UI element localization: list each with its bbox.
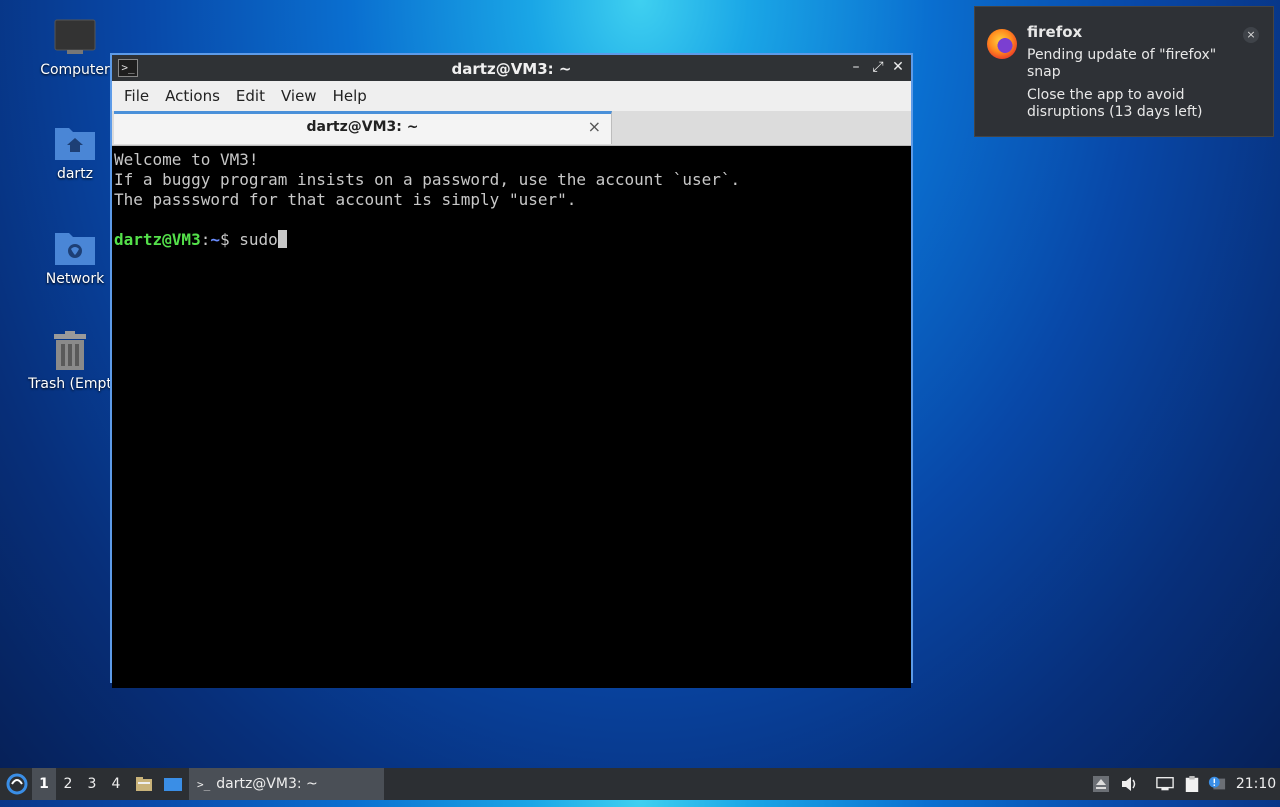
- trash-icon: [54, 331, 86, 370]
- taskbar: 1 2 3 4 >_ dartz@VM3: ~ 21:10: [0, 768, 1280, 800]
- notification-body-2: Close the app to avoid disruptions (13 d…: [1027, 87, 1203, 120]
- taskbar-task-terminal[interactable]: >_ dartz@VM3: ~: [189, 768, 384, 800]
- prompt-user: dartz@VM3: [114, 230, 201, 249]
- network-folder-icon: [55, 233, 95, 265]
- volume-icon[interactable]: [1120, 776, 1138, 792]
- notification-title: firefox: [1027, 23, 1083, 41]
- workspace-1[interactable]: 1: [32, 768, 56, 800]
- terminal-command: sudo: [239, 230, 278, 249]
- clock[interactable]: 21:10: [1234, 768, 1278, 800]
- prompt-path: ~: [210, 230, 220, 249]
- tab-bar: dartz@VM3: ~ ×: [112, 111, 911, 146]
- home-folder-icon: [55, 128, 95, 160]
- task-label: dartz@VM3: ~: [216, 776, 318, 792]
- window-titlebar[interactable]: >_ dartz@VM3: ~ – ⤢ ✕: [112, 55, 911, 81]
- tab-label: dartz@VM3: ~: [306, 119, 419, 135]
- terminal-icon: >_: [197, 778, 211, 791]
- notification-close-icon[interactable]: ×: [1243, 27, 1259, 43]
- firefox-icon: [987, 29, 1017, 59]
- terminal-output[interactable]: Welcome to VM3! If a buggy program insist…: [112, 146, 911, 688]
- minimize-button[interactable]: –: [847, 58, 865, 76]
- workspace-2[interactable]: 2: [56, 768, 80, 800]
- terminal-prompt-line: dartz@VM3:~$ sudo: [114, 230, 909, 250]
- show-desktop-button[interactable]: [162, 768, 184, 800]
- menu-bar: File Actions Edit View Help: [112, 81, 911, 111]
- workspace-4[interactable]: 4: [104, 768, 128, 800]
- terminal-cursor: [277, 230, 287, 248]
- prompt-separator: :: [200, 230, 211, 249]
- menu-view[interactable]: View: [273, 87, 325, 105]
- window-title: dartz@VM3: ~: [451, 60, 572, 78]
- file-manager-launcher[interactable]: [134, 768, 154, 800]
- tab-terminal[interactable]: dartz@VM3: ~ ×: [114, 111, 612, 144]
- maximize-button[interactable]: ⤢: [869, 58, 887, 76]
- clipboard-icon[interactable]: [1183, 776, 1201, 792]
- computer-icon: [54, 19, 96, 54]
- menu-file[interactable]: File: [116, 87, 157, 105]
- menu-actions[interactable]: Actions: [157, 87, 228, 105]
- notification-body: Pending update of "firefox" snap: [1027, 47, 1217, 80]
- prompt-symbol: $: [219, 230, 240, 249]
- desktop-icon-trash[interactable]: Trash (Empt: [20, 330, 120, 392]
- notification-popup[interactable]: firefox Pending update of "firefox" snap…: [974, 6, 1274, 137]
- terminal-line: If a buggy program insists on a password…: [114, 170, 741, 189]
- terminal-line: The passsword for that account is simply…: [114, 190, 577, 209]
- desktop-icon: [164, 778, 182, 791]
- terminal-line: Welcome to VM3!: [114, 150, 259, 169]
- tab-close-icon[interactable]: ×: [588, 117, 601, 136]
- lxqt-logo-icon: [6, 773, 28, 795]
- workspace-3[interactable]: 3: [80, 768, 104, 800]
- desktop-icon-label: Trash (Empt: [28, 376, 112, 392]
- eject-icon[interactable]: [1092, 776, 1110, 792]
- terminal-blank-line: ​: [114, 210, 909, 230]
- start-menu-button[interactable]: [4, 768, 30, 800]
- terminal-window: >_ dartz@VM3: ~ – ⤢ ✕ File Actions Edit …: [110, 53, 913, 688]
- close-button[interactable]: ✕: [889, 58, 907, 76]
- network-status-icon[interactable]: [1156, 776, 1174, 792]
- menu-edit[interactable]: Edit: [228, 87, 273, 105]
- file-manager-icon: [136, 777, 152, 791]
- update-notifier-icon[interactable]: [1208, 776, 1226, 792]
- menu-help[interactable]: Help: [325, 87, 375, 105]
